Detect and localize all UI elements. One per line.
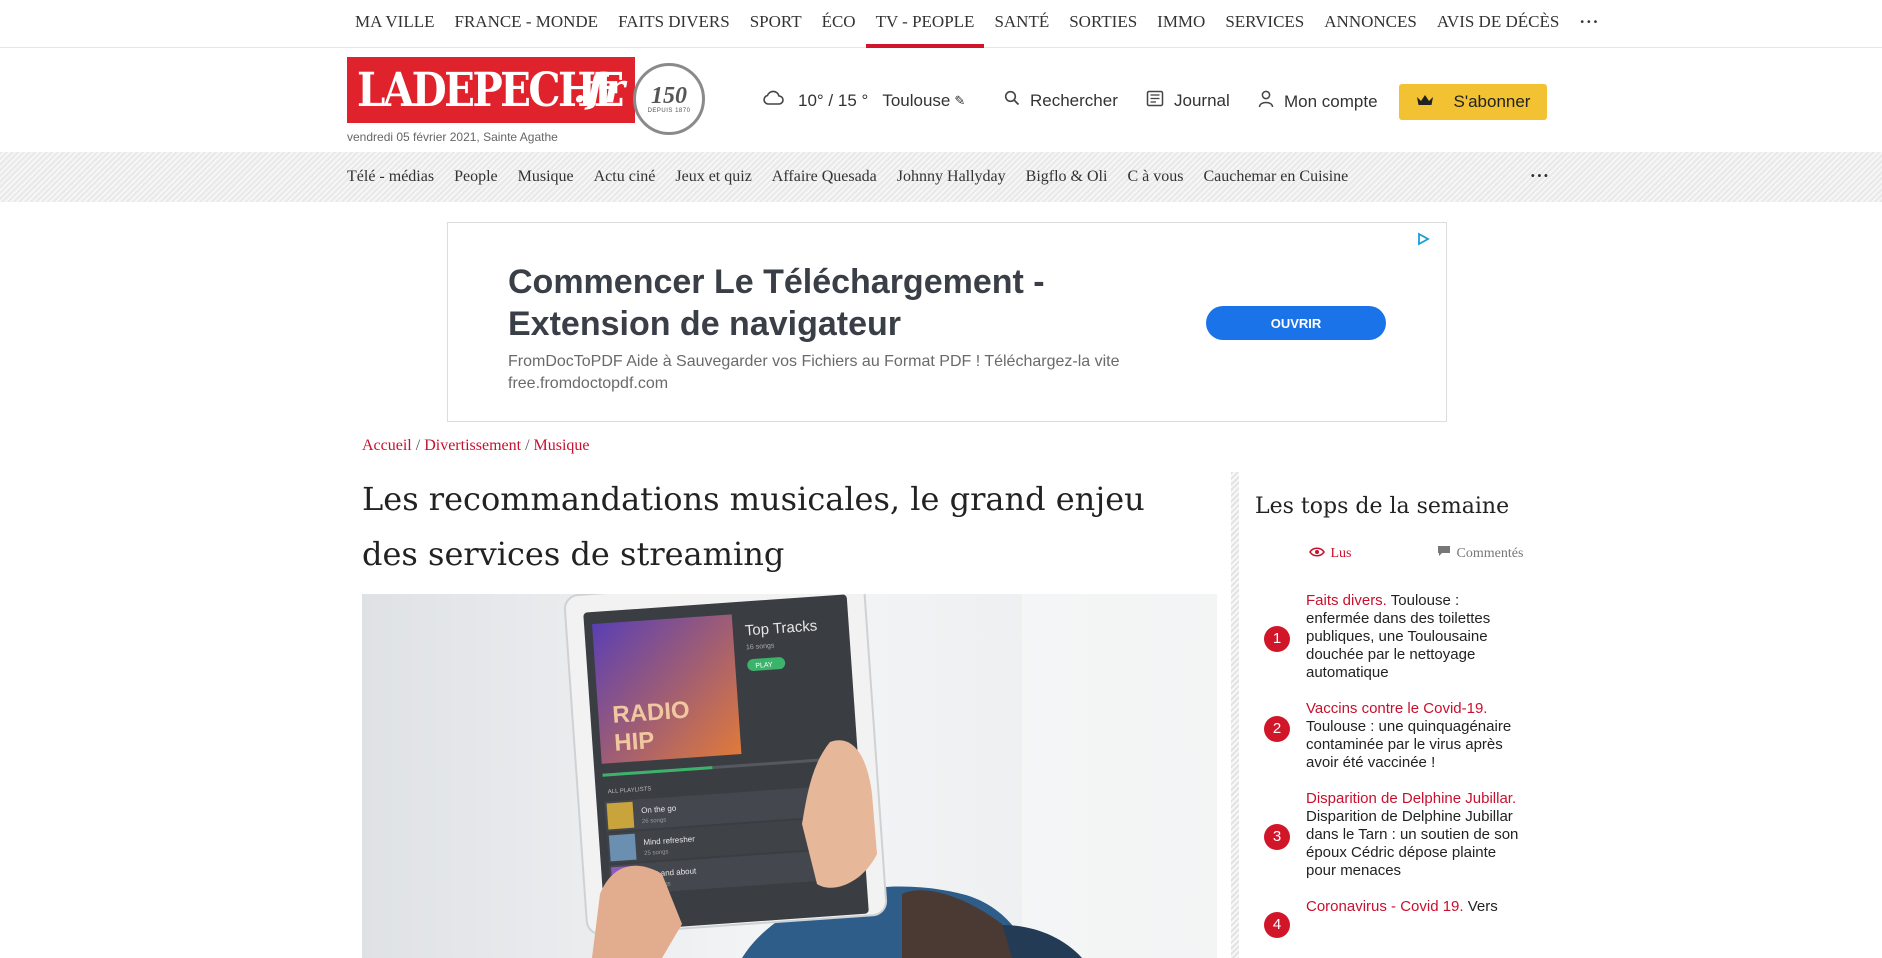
logo-tld: .fr xyxy=(572,65,625,112)
breadcrumb-musique[interactable]: Musique xyxy=(534,437,590,454)
topnav-item-ma-ville[interactable]: MA VILLE xyxy=(345,0,445,48)
edit-pencil-icon[interactable]: ✎ xyxy=(954,93,965,109)
site-logo[interactable]: LADEPECHE .fr xyxy=(347,57,635,123)
topnav-item-sorties[interactable]: SORTIES xyxy=(1059,0,1147,48)
current-date: vendredi 05 février 2021, Sainte Agathe xyxy=(347,130,558,144)
cloud-icon xyxy=(762,90,798,111)
subnav-item-bigflo-oli[interactable]: Bigflo & Oli xyxy=(1026,168,1108,186)
search-label: Rechercher xyxy=(1030,90,1118,110)
account-label: Mon compte xyxy=(1284,91,1378,111)
list-item[interactable]: 1 Faits divers. Toulouse : enfermée dans… xyxy=(1262,592,1522,682)
search-icon xyxy=(1004,90,1030,111)
album-text: RADIO xyxy=(612,697,691,729)
seal-number: 150 xyxy=(651,83,687,109)
weather-city: Toulouse xyxy=(882,90,951,110)
list-item[interactable]: 4 Coronavirus - Covid 19. Vers xyxy=(1262,898,1522,938)
search-button[interactable]: Rechercher xyxy=(1004,90,1118,111)
subscribe-label: S'abonner xyxy=(1453,92,1531,111)
advertisement[interactable]: Commencer Le Téléchargement - Extension … xyxy=(447,222,1447,422)
ad-description: FromDocToPDF Aide à Sauvegarder vos Fich… xyxy=(508,351,1120,395)
article-category: Vaccins contre le Covid-19. xyxy=(1306,700,1488,717)
user-icon xyxy=(1258,90,1284,113)
topnav-item-sport[interactable]: SPORT xyxy=(740,0,812,48)
article-category: Faits divers. xyxy=(1306,592,1387,609)
article-category: Coronavirus - Covid 19. xyxy=(1306,898,1464,915)
list-item[interactable]: 2 Vaccins contre le Covid-19. Toulouse :… xyxy=(1262,700,1522,772)
subnav-item-affaire-quesada[interactable]: Affaire Quesada xyxy=(772,168,877,186)
subnav-more-button[interactable]: ··· xyxy=(1530,166,1550,185)
topnav-item-annonces[interactable]: ANNONCES xyxy=(1314,0,1427,48)
topnav-item-faits-divers[interactable]: FAITS DIVERS xyxy=(608,0,740,48)
subnav-item-johnny-hallyday[interactable]: Johnny Hallyday xyxy=(897,168,1006,186)
subnav-item-people[interactable]: People xyxy=(454,168,498,186)
svg-text:HIP: HIP xyxy=(613,727,655,757)
subscribe-button[interactable]: S'abonner xyxy=(1399,84,1547,120)
ad-description-text: FromDocToPDF Aide à Sauvegarder vos Fich… xyxy=(508,353,1120,370)
weather-temperature: 10° / 15 ° xyxy=(798,90,869,110)
sidebar-separator xyxy=(1231,472,1239,958)
topnav-item-eco[interactable]: ÉCO xyxy=(812,0,866,48)
site-header: LADEPECHE .fr 150 DEPUIS 1870 vendredi 0… xyxy=(0,48,1882,152)
subnav-item-actu-cine[interactable]: Actu ciné xyxy=(594,168,656,186)
topnav-more-button[interactable]: ··· xyxy=(1569,0,1609,48)
topnav-item-immo[interactable]: IMMO xyxy=(1147,0,1215,48)
ad-open-button[interactable]: OUVRIR xyxy=(1206,306,1386,340)
article-category: Disparition de Delphine Jubillar. xyxy=(1306,790,1517,807)
ad-headline[interactable]: Commencer Le Téléchargement - Extension … xyxy=(508,261,1068,345)
article-title: Les recommandations musicales, le grand … xyxy=(362,480,1145,573)
breadcrumb: Accueil / Divertissement / Musique xyxy=(362,437,590,455)
newspaper-icon xyxy=(1146,90,1174,112)
tab-most-read[interactable]: Lus xyxy=(1255,545,1405,562)
rank-badge: 4 xyxy=(1264,912,1290,938)
sidebar-title: Les tops de la semaine xyxy=(1255,494,1510,519)
account-button[interactable]: Mon compte xyxy=(1258,90,1378,113)
anniversary-seal: 150 DEPUIS 1870 xyxy=(633,63,705,135)
seal-text: DEPUIS 1870 xyxy=(647,108,691,114)
breadcrumb-accueil[interactable]: Accueil xyxy=(362,437,412,454)
adchoices-icon[interactable] xyxy=(1416,231,1430,246)
secondary-navigation: Télé - médias People Musique Actu ciné J… xyxy=(0,152,1882,202)
subnav-item-musique[interactable]: Musique xyxy=(518,168,574,186)
subnav-item-tele-medias[interactable]: Télé - médias xyxy=(347,168,434,186)
rank-badge: 2 xyxy=(1264,716,1290,742)
sidebar-tabs: Lus Commentés xyxy=(1255,545,1555,562)
tablet-music-illustration: RADIO HIP Top Tracks 16 songs PLAY ALL P… xyxy=(362,594,1217,958)
topnav-item-sante[interactable]: SANTÉ xyxy=(984,0,1059,48)
subnav-item-cauchemar-en-cuisine[interactable]: Cauchemar en Cuisine xyxy=(1203,168,1348,186)
breadcrumb-separator: / xyxy=(525,437,534,454)
tab-most-commented-label: Commentés xyxy=(1456,545,1524,561)
rank-badge: 1 xyxy=(1264,626,1290,652)
weather-widget[interactable]: 10° / 15 ° Toulouse ✎ xyxy=(762,90,965,111)
topnav-item-services[interactable]: SERVICES xyxy=(1215,0,1314,48)
crown-icon xyxy=(1416,92,1454,112)
breadcrumb-separator: / xyxy=(415,437,425,454)
top-articles-list: 1 Faits divers. Toulouse : enfermée dans… xyxy=(1262,592,1522,938)
topnav-item-france-monde[interactable]: FRANCE - MONDE xyxy=(445,0,609,48)
tab-most-read-label: Lus xyxy=(1330,545,1352,561)
tab-most-commented[interactable]: Commentés xyxy=(1405,545,1555,562)
topnav-item-avis-de-deces[interactable]: AVIS DE DÉCÈS xyxy=(1427,0,1569,48)
journal-label: Journal xyxy=(1174,91,1230,110)
svg-text:PLAY: PLAY xyxy=(755,662,773,670)
comment-icon xyxy=(1437,545,1457,562)
top-navigation: MA VILLE FRANCE - MONDE FAITS DIVERS SPO… xyxy=(0,0,1882,48)
article-hero-image[interactable]: RADIO HIP Top Tracks 16 songs PLAY ALL P… xyxy=(362,594,1217,958)
subnav-item-c-a-vous[interactable]: C à vous xyxy=(1127,168,1183,186)
subnav-item-jeux-et-quiz[interactable]: Jeux et quiz xyxy=(675,168,751,186)
article-headline: Vers xyxy=(1463,898,1498,915)
journal-button[interactable]: Journal xyxy=(1146,90,1230,112)
ad-url: free.fromdoctopdf.com xyxy=(508,375,669,392)
article-headline: Disparition de Delphine Jubillar dans le… xyxy=(1306,808,1519,879)
rank-badge: 3 xyxy=(1264,824,1290,850)
article-headline: Toulouse : une quinquagénaire contaminée… xyxy=(1306,718,1512,771)
list-item[interactable]: 3 Disparition de Delphine Jubillar. Disp… xyxy=(1262,790,1522,880)
topnav-item-tv-people[interactable]: TV - PEOPLE xyxy=(865,0,985,48)
breadcrumb-divertissement[interactable]: Divertissement xyxy=(424,437,521,454)
eye-icon xyxy=(1308,546,1331,562)
